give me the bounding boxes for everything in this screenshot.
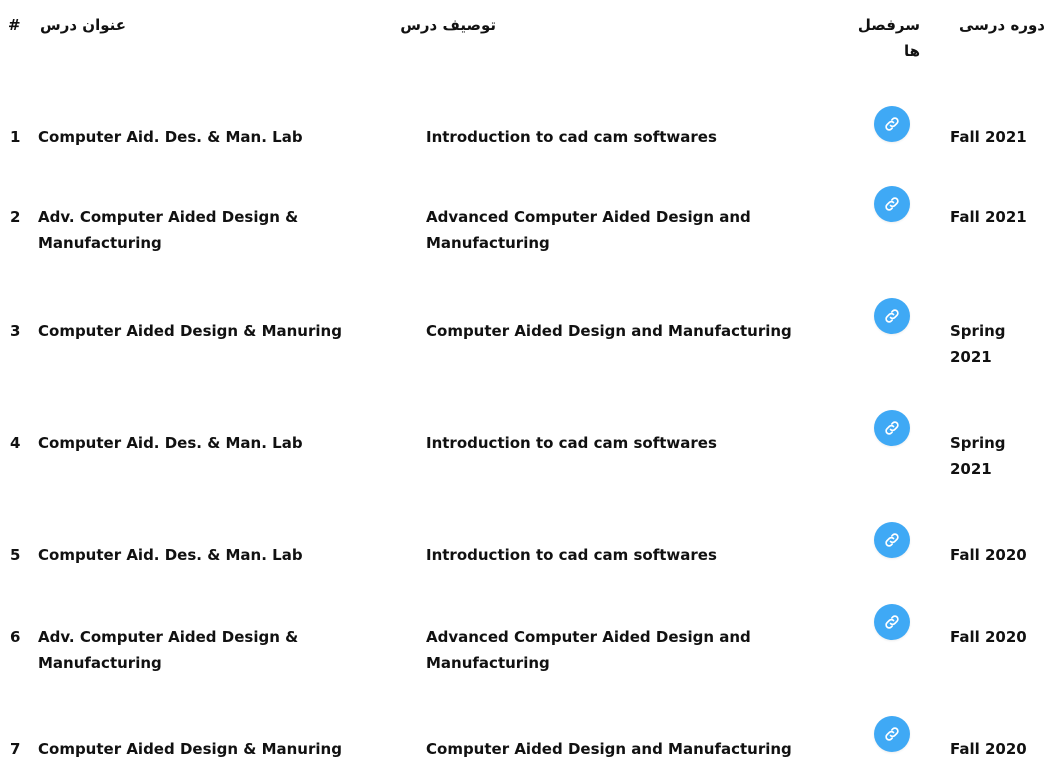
courses-table: # عنوان درس توصیف درس سرفصل ها دوره درسی…	[0, 0, 1050, 760]
header-course-title: عنوان درس	[40, 16, 126, 34]
row-course-description: Introduction to cad cam softwares	[426, 128, 717, 146]
syllabus-link-button[interactable]	[874, 106, 910, 142]
row-number: 2	[10, 208, 21, 226]
header-course-description: توصیف درس	[400, 16, 496, 34]
link-icon	[883, 613, 901, 631]
row-course-description: Introduction to cad cam softwares	[426, 546, 717, 564]
row-term: Fall 2021	[950, 208, 1027, 226]
link-icon	[883, 195, 901, 213]
link-icon	[883, 115, 901, 133]
row-term: Spring 2021	[950, 434, 1006, 478]
header-number: #	[8, 16, 21, 34]
row-course-description: Advanced Computer Aided Design and Manuf…	[426, 628, 751, 672]
row-term: Fall 2020	[950, 546, 1027, 564]
header-term: دوره درسی	[959, 16, 1045, 34]
row-term: Fall 2020	[950, 740, 1027, 758]
row-course-title: Computer Aided Design & Manuring	[38, 740, 342, 758]
row-number: 4	[10, 434, 21, 452]
row-course-title: Computer Aid. Des. & Man. Lab	[38, 434, 303, 452]
row-course-title: Adv. Computer Aided Design & Manufacturi…	[38, 208, 299, 252]
syllabus-link-button[interactable]	[874, 298, 910, 334]
row-number: 3	[10, 322, 21, 340]
syllabus-link-button[interactable]	[874, 186, 910, 222]
syllabus-link-button[interactable]	[874, 604, 910, 640]
row-course-description: Computer Aided Design and Manufacturing	[426, 740, 792, 758]
row-course-title: Computer Aided Design & Manuring	[38, 322, 342, 340]
row-number: 5	[10, 546, 21, 564]
row-number: 1	[10, 128, 21, 146]
row-course-description: Introduction to cad cam softwares	[426, 434, 717, 452]
row-course-title: Computer Aid. Des. & Man. Lab	[38, 546, 303, 564]
link-icon	[883, 725, 901, 743]
syllabus-link-button[interactable]	[874, 522, 910, 558]
row-course-description: Advanced Computer Aided Design and Manuf…	[426, 208, 751, 252]
header-syllabus: سرفصل ها	[857, 16, 920, 60]
row-term: Spring 2021	[950, 322, 1006, 366]
row-course-title: Adv. Computer Aided Design & Manufacturi…	[38, 628, 299, 672]
link-icon	[883, 531, 901, 549]
syllabus-link-button[interactable]	[874, 716, 910, 752]
row-course-title: Computer Aid. Des. & Man. Lab	[38, 128, 303, 146]
row-course-description: Computer Aided Design and Manufacturing	[426, 322, 792, 340]
row-number: 6	[10, 628, 21, 646]
row-term: Fall 2021	[950, 128, 1027, 146]
row-term: Fall 2020	[950, 628, 1027, 646]
link-icon	[883, 419, 901, 437]
syllabus-link-button[interactable]	[874, 410, 910, 446]
row-number: 7	[10, 740, 21, 758]
link-icon	[883, 307, 901, 325]
